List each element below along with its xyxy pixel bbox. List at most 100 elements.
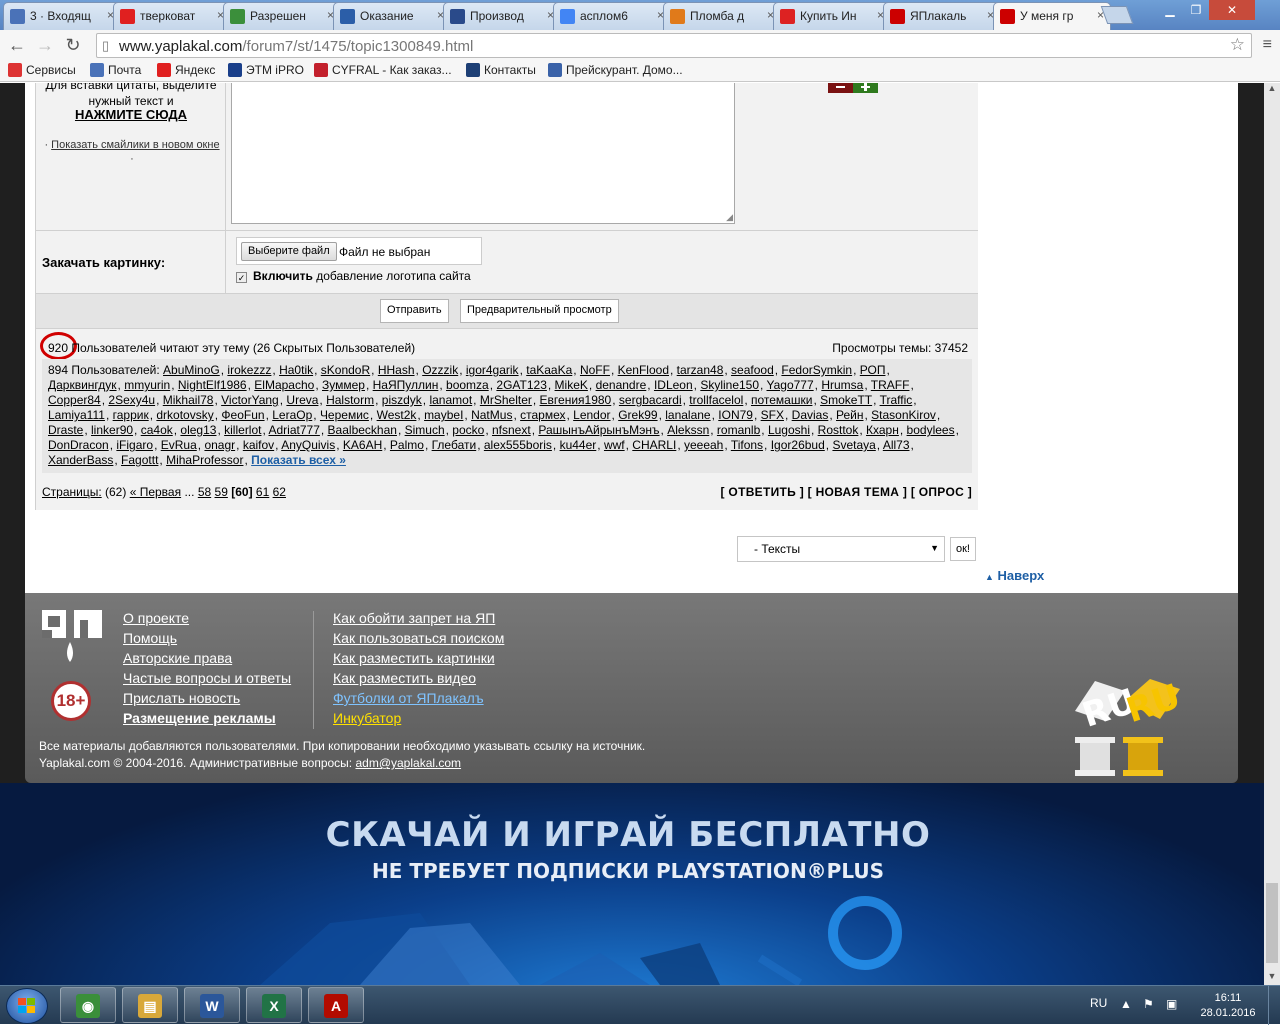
user-link[interactable]: 2GAT123 <box>496 378 546 392</box>
user-link[interactable]: ФеоFun <box>221 408 264 422</box>
browser-tab[interactable]: 3 · Входящ × <box>3 2 121 30</box>
logo-checkbox[interactable]: ✓ <box>236 272 247 283</box>
user-link[interactable]: Lendor <box>573 408 610 422</box>
tray-expand-icon[interactable]: ▲ <box>1120 997 1132 1011</box>
user-link[interactable]: Svetaya <box>832 438 875 452</box>
user-link[interactable]: XanderBass <box>48 453 113 467</box>
user-link[interactable]: Черемис <box>320 408 369 422</box>
file-input[interactable]: Выберите файл Файл не выбран <box>236 237 482 265</box>
user-link[interactable]: drkotovsky <box>156 408 213 422</box>
taskbar-app-excel[interactable]: X <box>246 987 302 1023</box>
action-center-icon[interactable]: ⚑ <box>1143 997 1154 1011</box>
user-link[interactable]: TRAFF <box>871 378 910 392</box>
user-link[interactable]: CHARLI <box>632 438 676 452</box>
resize-handle-icon[interactable]: ◢ <box>726 212 733 223</box>
user-link[interactable]: romanlb <box>717 423 760 437</box>
footer-link[interactable]: Частые вопросы и ответы <box>123 670 291 686</box>
bookmark-item[interactable]: Контакты <box>466 63 536 77</box>
user-link[interactable]: NoFF <box>580 363 610 377</box>
user-link[interactable]: SmokeTT <box>820 393 872 407</box>
footer-link[interactable]: Как обойти запрет на ЯП <box>333 610 495 626</box>
user-link[interactable]: boomza <box>446 378 489 392</box>
taskbar-app-chrome[interactable]: ◉ <box>60 987 116 1023</box>
footer-link[interactable]: Как пользоваться поиском <box>333 630 504 646</box>
user-link[interactable]: Adriat777 <box>269 423 320 437</box>
browser-tab[interactable]: асплом6 × <box>553 2 671 30</box>
user-link[interactable]: НаЯПуллин <box>373 378 439 392</box>
footer-link[interactable]: О проекте <box>123 610 189 626</box>
browser-tab[interactable]: Купить Ин × <box>773 2 891 30</box>
user-link[interactable]: AnyQuivis <box>281 438 335 452</box>
user-link[interactable]: EvRua <box>161 438 197 452</box>
forum-jump-select[interactable]: - Тексты ▼ <box>737 536 945 562</box>
user-link[interactable]: Grek99 <box>618 408 657 422</box>
page-link[interactable]: 58 <box>198 485 211 499</box>
user-link[interactable]: lanamot <box>429 393 472 407</box>
user-link[interactable]: lanalane <box>665 408 710 422</box>
browser-tab[interactable]: Производ × <box>443 2 561 30</box>
first-page-link[interactable]: « Первая <box>130 485 181 499</box>
user-link[interactable]: Skyline150 <box>700 378 759 392</box>
browser-tab[interactable]: Оказание × <box>333 2 451 30</box>
user-link[interactable]: West2k <box>377 408 417 422</box>
close-window-button[interactable]: ✕ <box>1209 0 1255 20</box>
reload-button[interactable]: ↻ <box>62 34 84 56</box>
user-link[interactable]: All73 <box>883 438 910 452</box>
user-link[interactable]: Глебати <box>432 438 477 452</box>
forward-button[interactable]: → <box>34 34 56 56</box>
back-button[interactable]: ← <box>6 34 28 56</box>
user-link[interactable]: Ha0tik <box>279 363 313 377</box>
yaplakal-logo[interactable] <box>40 608 104 670</box>
user-link[interactable]: Зуммер <box>322 378 365 392</box>
browser-tab[interactable]: ЯПлакаль × <box>883 2 1001 30</box>
user-link[interactable]: AbuMinoG <box>163 363 220 377</box>
preview-button[interactable]: Предварительный просмотр <box>460 299 619 323</box>
user-link[interactable]: DonDracon <box>48 438 109 452</box>
scroll-thumb[interactable] <box>1266 883 1278 963</box>
user-link[interactable]: wwf <box>604 438 625 452</box>
user-link[interactable]: Traffic <box>880 393 913 407</box>
system-clock[interactable]: 16:11 28.01.2016 <box>1198 991 1258 1021</box>
pages-label[interactable]: Страницы: <box>42 485 102 499</box>
user-link[interactable]: tarzan48 <box>677 363 724 377</box>
playstation-ad-banner[interactable]: СКАЧАЙ И ИГРАЙ БЕСПЛАТНО НЕ ТРЕБУЕТ ПОДП… <box>0 783 1264 985</box>
post-textarea[interactable]: ◢ <box>231 83 735 224</box>
bookmark-item[interactable]: Яндекс <box>157 63 215 77</box>
user-link[interactable]: Lamiya111 <box>48 408 105 422</box>
user-link[interactable]: bodylees <box>907 423 955 437</box>
browser-tab[interactable]: Пломба д × <box>663 2 781 30</box>
user-link[interactable]: NatMus <box>471 408 512 422</box>
color-palette[interactable] <box>828 83 878 93</box>
user-link[interactable]: потемашки <box>751 393 812 407</box>
choose-file-button[interactable]: Выберите файл <box>241 242 337 261</box>
bookmark-item[interactable]: Сервисы <box>8 63 76 77</box>
network-icon[interactable]: ▣ <box>1166 997 1177 1011</box>
user-link[interactable]: NightElf1986 <box>178 378 247 392</box>
user-link[interactable]: стармех <box>520 408 565 422</box>
user-link[interactable]: FedorSymkin <box>781 363 852 377</box>
user-link[interactable]: Igor26bud <box>771 438 825 452</box>
show-desktop-button[interactable] <box>1268 986 1280 1025</box>
user-link[interactable]: taKaaKa <box>526 363 572 377</box>
browser-tab[interactable]: тверковат × <box>113 2 231 30</box>
page-link[interactable]: 59 <box>215 485 228 499</box>
user-link[interactable]: sKondoR <box>321 363 370 377</box>
footer-link[interactable]: Как разместить картинки <box>333 650 495 666</box>
bookmark-item[interactable]: CYFRAL - Как заказ... <box>314 63 452 77</box>
user-link[interactable]: yeeeah <box>684 438 723 452</box>
scroll-down-icon[interactable]: ▼ <box>1264 971 1280 985</box>
user-link[interactable]: killerlot <box>224 423 261 437</box>
user-link[interactable]: ca4ok <box>141 423 173 437</box>
bookmark-item[interactable]: ЭТМ iPRO <box>228 63 304 77</box>
footer-link[interactable]: Авторские права <box>123 650 232 666</box>
user-link[interactable]: KenFlood <box>618 363 669 377</box>
user-link[interactable]: MrShelter <box>480 393 532 407</box>
taskbar-app-acrobat[interactable]: A <box>308 987 364 1023</box>
user-link[interactable]: Baalbeckhan <box>328 423 397 437</box>
show-all-users-link[interactable]: Показать всех » <box>251 453 346 467</box>
user-link[interactable]: ku44er <box>560 438 597 452</box>
user-link[interactable]: Alekssn <box>667 423 709 437</box>
maximize-button[interactable]: ❐ <box>1183 0 1209 20</box>
user-link[interactable]: гаррик <box>113 408 149 422</box>
user-link[interactable]: Simuch <box>405 423 445 437</box>
